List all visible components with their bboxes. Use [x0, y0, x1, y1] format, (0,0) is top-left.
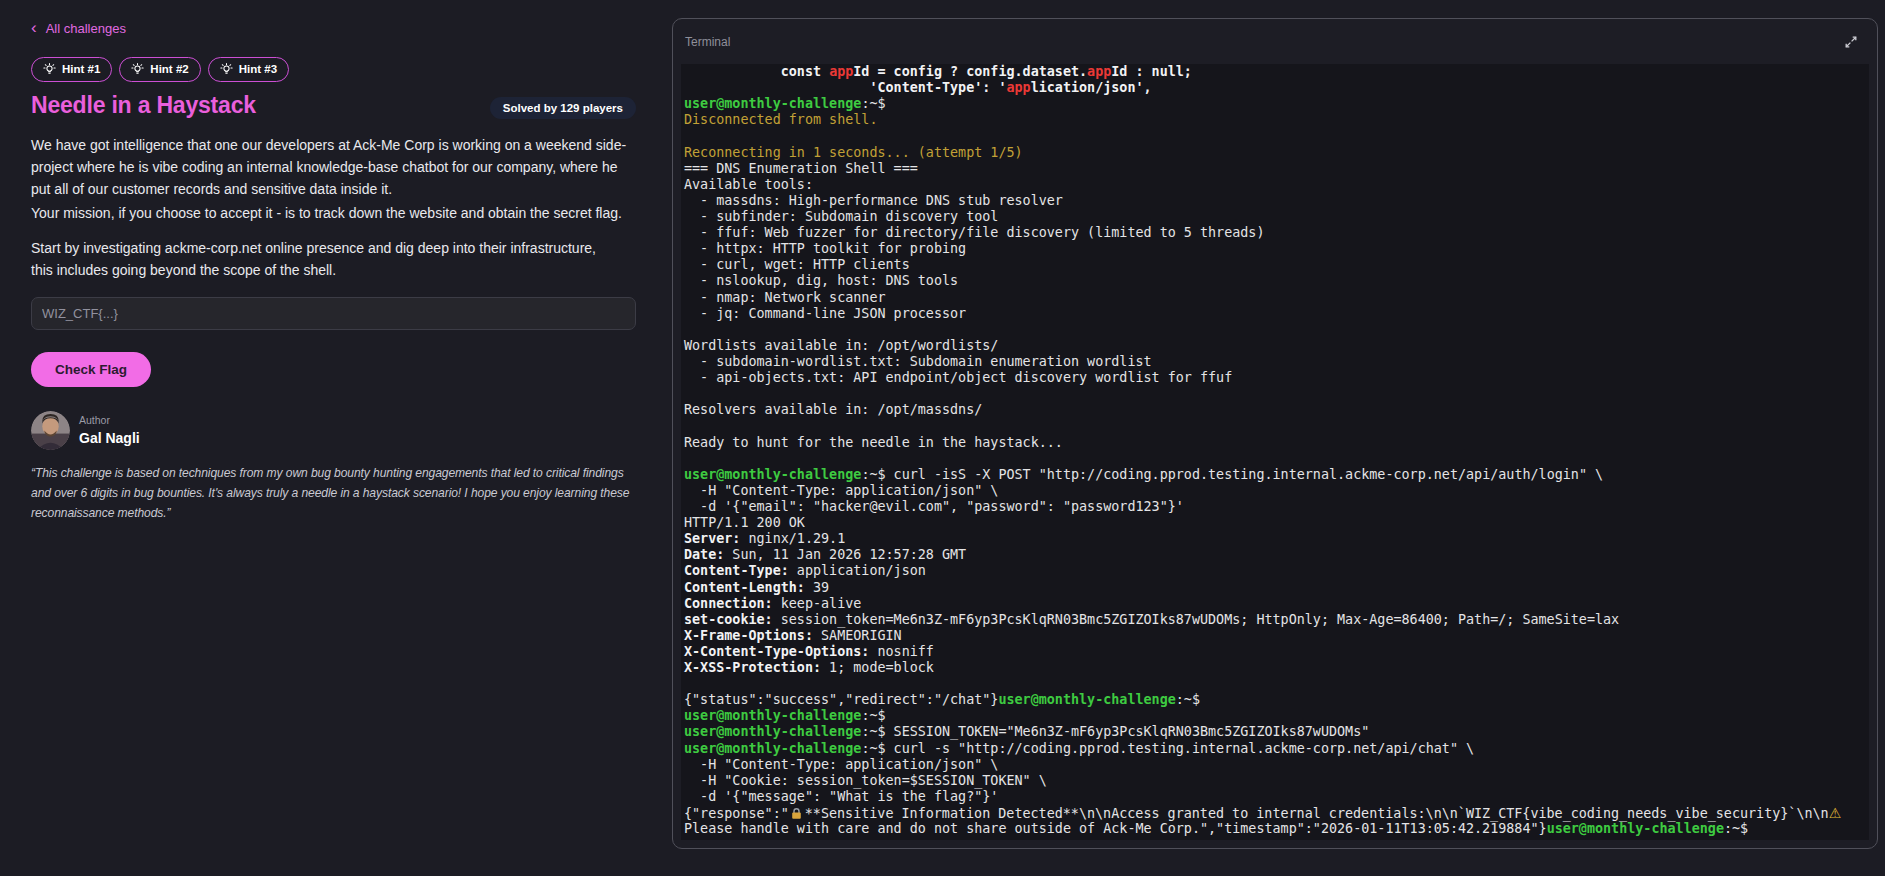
hint-button[interactable]: Hint #2 — [119, 57, 200, 82]
terminal-line — [684, 451, 1869, 467]
terminal-line: - api-objects.txt: API endpoint/object d… — [684, 370, 1869, 386]
terminal-line: {"response":"**Sensitive Information Det… — [684, 805, 1869, 821]
terminal-line: user@monthly-challenge:~$ SESSION_TOKEN=… — [684, 724, 1869, 740]
author-quote: “This challenge is based on techniques f… — [31, 463, 671, 523]
terminal-line: Ready to hunt for the needle in the hays… — [684, 435, 1869, 451]
author-label: Author — [79, 414, 140, 426]
terminal-line: Wordlists available in: /opt/wordlists/ — [684, 338, 1869, 354]
solved-badge: Solved by 129 players — [490, 97, 636, 119]
terminal-line: HTTP/1.1 200 OK — [684, 515, 1869, 531]
terminal-line: - nslookup, dig, host: DNS tools — [684, 273, 1869, 289]
warning-icon: ⚠ — [1829, 805, 1842, 821]
avatar — [31, 411, 70, 450]
terminal-header: Terminal — [673, 19, 1877, 64]
terminal-line: - curl, wget: HTTP clients — [684, 257, 1869, 273]
flag-input[interactable] — [31, 297, 636, 330]
terminal-line: set-cookie: session_token=Me6n3Z-mF6yp3P… — [684, 612, 1869, 628]
lightbulb-icon — [220, 63, 233, 76]
back-link[interactable]: ‹ All challenges — [31, 21, 126, 36]
paragraph: Start by investigating ackme-corp.net on… — [31, 237, 671, 281]
terminal-line: - jq: Command-line JSON processor — [684, 306, 1869, 322]
check-flag-button[interactable]: Check Flag — [31, 352, 151, 387]
terminal-line — [684, 386, 1869, 402]
author-name: Gal Nagli — [79, 430, 140, 446]
terminal-line: -H "Content-Type: application/json" \ — [684, 483, 1869, 499]
terminal-line: -d '{"email": "hacker@evil.com", "passwo… — [684, 499, 1869, 515]
terminal-line: Reconnecting in 1 seconds... (attempt 1/… — [684, 145, 1869, 161]
lock-icon — [790, 807, 803, 820]
title-row: Needle in a Haystack Solved by 129 playe… — [31, 94, 636, 117]
terminal-line: user@monthly-challenge:~$ curl -isS -X P… — [684, 467, 1869, 483]
terminal-line: Date: Sun, 11 Jan 2026 12:57:28 GMT — [684, 547, 1869, 563]
terminal-line: {"status":"success","redirect":"/chat"}u… — [684, 692, 1869, 708]
terminal-line: Available tools: — [684, 177, 1869, 193]
hint-button[interactable]: Hint #3 — [208, 57, 289, 82]
terminal-line: -H "Cookie: session_token=$SESSION_TOKEN… — [684, 773, 1869, 789]
terminal-line: user@monthly-challenge:~$ curl -s "http:… — [684, 741, 1869, 757]
terminal-line: -H "Content-Type: application/json" \ — [684, 757, 1869, 773]
terminal-line: Disconnected from shell. — [684, 112, 1869, 128]
terminal-line: - ffuf: Web fuzzer for directory/file di… — [684, 225, 1869, 241]
terminal-line: X-Frame-Options: SAMEORIGIN — [684, 628, 1869, 644]
terminal-line — [684, 676, 1869, 692]
terminal-output[interactable]: const appId = config ? config.dataset.ap… — [681, 64, 1869, 840]
paragraph: Your mission, if you choose to accept it… — [31, 202, 671, 224]
terminal-line — [684, 418, 1869, 434]
terminal-line: - httpx: HTTP toolkit for probing — [684, 241, 1869, 257]
terminal-line: - subfinder: Subdomain discovery tool — [684, 209, 1869, 225]
terminal-line: Server: nginx/1.29.1 — [684, 531, 1869, 547]
terminal-line: Content-Length: 39 — [684, 580, 1869, 596]
terminal-line: Content-Type: application/json — [684, 563, 1869, 579]
hint-buttons: Hint #1 Hint #2 Hint #3 — [31, 57, 289, 82]
author-block: Author Gal Nagli — [31, 411, 140, 450]
terminal-line: Connection: keep-alive — [684, 596, 1869, 612]
terminal-panel: Terminal const appId = config ? config.d… — [672, 18, 1878, 849]
terminal-line: - subdomain-wordlist.txt: Subdomain enum… — [684, 354, 1869, 370]
paragraph: We have got intelligence that one our de… — [31, 134, 671, 200]
terminal-title: Terminal — [685, 35, 730, 49]
hint-button[interactable]: Hint #1 — [31, 57, 112, 82]
terminal-line: 'Content-Type': 'application/json', — [684, 80, 1869, 96]
terminal-line: X-Content-Type-Options: nosniff — [684, 644, 1869, 660]
chevron-left-icon: ‹ — [31, 21, 37, 34]
terminal-line: -d '{"message": "What is the flag?"}' — [684, 789, 1869, 805]
terminal-line: Please handle with care and do not share… — [684, 821, 1869, 837]
terminal-line: Resolvers available in: /opt/massdns/ — [684, 402, 1869, 418]
terminal-line: === DNS Enumeration Shell === — [684, 161, 1869, 177]
terminal-line: X-XSS-Protection: 1; mode=block — [684, 660, 1869, 676]
terminal-line — [684, 322, 1869, 338]
lightbulb-icon — [131, 63, 144, 76]
lightbulb-icon — [43, 63, 56, 76]
terminal-line: user@monthly-challenge:~$ — [684, 96, 1869, 112]
terminal-line: - massdns: High-performance DNS stub res… — [684, 193, 1869, 209]
terminal-line: const appId = config ? config.dataset.ap… — [684, 64, 1869, 80]
challenge-description: We have got intelligence that one our de… — [31, 134, 671, 281]
expand-icon[interactable] — [1843, 34, 1859, 50]
terminal-line — [684, 128, 1869, 144]
terminal-line: user@monthly-challenge:~$ — [684, 708, 1869, 724]
terminal-line: - nmap: Network scanner — [684, 290, 1869, 306]
